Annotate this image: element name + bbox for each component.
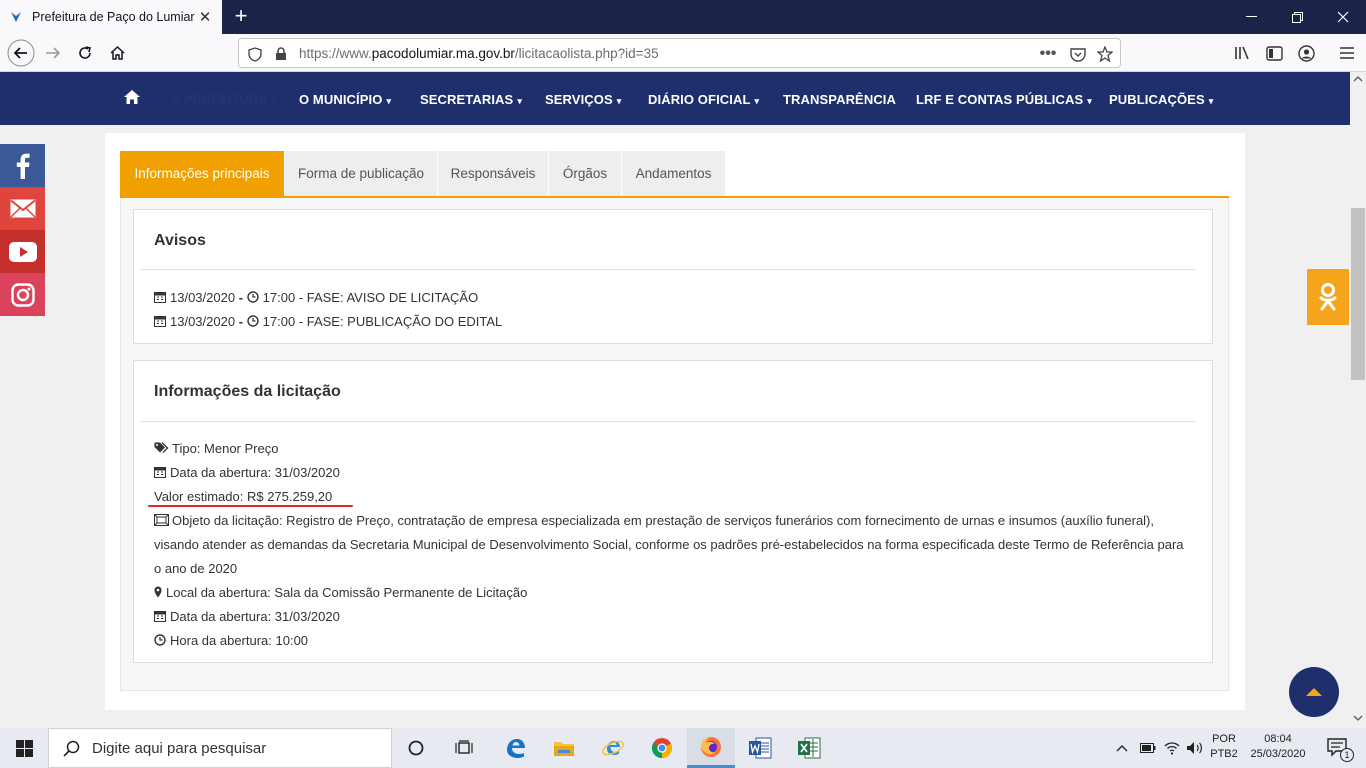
tab-andamentos[interactable]: Andamentos	[622, 151, 725, 196]
tray-chevron-up-icon[interactable]	[1110, 728, 1134, 768]
volume-icon[interactable]	[1183, 728, 1207, 768]
menu-o-municipio[interactable]: O MUNICÍPIO ▾	[299, 92, 391, 107]
home-icon[interactable]	[102, 39, 132, 67]
taskbar-search-placeholder: Digite aqui para pesquisar	[92, 739, 267, 757]
word-icon[interactable]	[736, 728, 784, 768]
tab-orgaos[interactable]: Órgãos	[549, 151, 621, 196]
menu-a-prefeitura[interactable]: A PREFEITURA ▾	[171, 92, 276, 107]
internet-explorer-icon[interactable]	[589, 728, 637, 768]
pocket-icon[interactable]	[1069, 45, 1087, 63]
windows-start-icon[interactable]	[0, 728, 48, 768]
windows-taskbar: Digite aqui para pesquisar POR PTB2 08:0…	[0, 728, 1366, 768]
address-bar[interactable]: https://www.pacodolumiar.ma.gov.br/licit…	[238, 38, 1121, 68]
menu-publicacoes[interactable]: PUBLICAÇÕES ▾	[1109, 92, 1213, 107]
forward-button[interactable]	[38, 39, 68, 67]
taskbar-search-input[interactable]: Digite aqui para pesquisar	[48, 728, 392, 768]
object-icon	[154, 510, 169, 526]
info-divider	[140, 421, 1196, 422]
tab-forma-de-publicacao[interactable]: Forma de publicação	[285, 151, 437, 196]
tab-title: Prefeitura de Paço do Lumiar	[32, 10, 195, 24]
licitacao-info-panel: Informações da licitação Tipo: Menor Pre…	[133, 360, 1213, 663]
tab-close-icon[interactable]: ✕	[196, 8, 214, 26]
menu-hamburger-icon[interactable]	[1336, 42, 1358, 64]
browser-tab-strip: Prefeitura de Paço do Lumiar ✕ +	[0, 0, 1366, 34]
notification-count-badge: 1	[1340, 748, 1354, 762]
odnoklassniki-icon[interactable]	[1307, 269, 1349, 325]
new-tab-button[interactable]: +	[230, 5, 252, 28]
facebook-icon[interactable]	[0, 144, 45, 187]
tags-icon	[154, 442, 169, 454]
avisos-divider	[140, 269, 1196, 270]
window-controls	[1228, 0, 1366, 34]
info-local: Local da abertura: Sala da Comissão Perm…	[154, 585, 527, 600]
instagram-icon[interactable]	[0, 273, 45, 316]
tracking-shield-icon[interactable]	[246, 45, 264, 63]
info-hora: Hora da abertura: 10:00	[154, 633, 308, 648]
search-icon	[63, 740, 80, 757]
lock-icon[interactable]	[272, 45, 290, 63]
menu-transparencia[interactable]: TRANSPARÊNCIA	[783, 92, 896, 107]
email-icon[interactable]	[0, 187, 45, 230]
aviso-entry: 13/03/2020 - 17:00 - FASE: PUBLICAÇÃO DO…	[154, 314, 502, 329]
menu-servicos[interactable]: SERVIÇOS ▾	[545, 92, 621, 107]
url-text: https://www.pacodolumiar.ma.gov.br/licit…	[299, 46, 659, 61]
calendar-icon	[154, 291, 167, 303]
info-tipo: Tipo: Menor Preço	[154, 441, 278, 456]
info-data-abertura-2: Data da abertura: 31/03/2020	[154, 609, 340, 624]
info-objeto: Objeto da licitação: Registro de Preço, …	[154, 509, 1194, 581]
browser-tab[interactable]: Prefeitura de Paço do Lumiar ✕	[0, 0, 222, 34]
calendar-icon	[154, 315, 167, 327]
calendar-icon	[154, 610, 167, 622]
page-actions-icon[interactable]: •••	[1039, 45, 1057, 63]
avisos-panel: Avisos 13/03/2020 - 17:00 - FASE: AVISO …	[133, 209, 1213, 344]
browser-toolbar: https://www.pacodolumiar.ma.gov.br/licit…	[0, 34, 1366, 72]
map-marker-icon	[154, 586, 163, 598]
calendar-icon	[154, 466, 167, 478]
taskbar-clock[interactable]: 08:04 25/03/2020	[1242, 733, 1314, 760]
menu-secretarias[interactable]: SECRETARIAS ▾	[420, 92, 522, 107]
scroll-to-top-button[interactable]	[1289, 667, 1339, 717]
tab-responsaveis[interactable]: Responsáveis	[438, 151, 548, 196]
page-scrollbar[interactable]	[1350, 72, 1366, 728]
excel-icon[interactable]	[785, 728, 833, 768]
aviso-entry: 13/03/2020 - 17:00 - FASE: AVISO DE LICI…	[154, 290, 478, 305]
account-icon[interactable]	[1295, 42, 1317, 64]
info-data-abertura: Data da abertura: 31/03/2020	[154, 465, 340, 480]
notifications-icon[interactable]: 1	[1318, 728, 1358, 768]
menu-lrf-contas-publicas[interactable]: LRF E CONTAS PÚBLICAS ▾	[916, 92, 1092, 107]
firefox-icon[interactable]	[687, 728, 735, 768]
reload-icon[interactable]	[70, 39, 100, 67]
minimize-button[interactable]	[1228, 0, 1274, 34]
battery-icon[interactable]	[1136, 728, 1160, 768]
menu-diario-oficial[interactable]: DIÁRIO OFICIAL ▾	[648, 92, 759, 107]
back-button[interactable]	[6, 39, 36, 67]
task-view-icon[interactable]	[440, 728, 488, 768]
scrollbar-thumb[interactable]	[1351, 208, 1365, 380]
licitacao-info-title: Informações da licitação	[154, 383, 341, 400]
chrome-icon[interactable]	[638, 728, 686, 768]
avisos-title: Avisos	[154, 232, 206, 249]
red-annotation-underline	[148, 505, 353, 507]
site-home-icon[interactable]	[123, 89, 141, 107]
bookmark-star-icon[interactable]	[1096, 45, 1114, 63]
clock-icon	[246, 291, 260, 303]
page-body: Informações principais Forma de publicaç…	[0, 125, 1350, 728]
close-window-button[interactable]	[1320, 0, 1366, 34]
cortana-icon[interactable]	[392, 728, 440, 768]
site-main-menu: A PREFEITURA ▾ O MUNICÍPIO ▾ SECRETARIAS ▾ …	[0, 72, 1350, 125]
language-indicator[interactable]: POR PTB2	[1208, 733, 1240, 760]
restore-button[interactable]	[1274, 0, 1320, 34]
wifi-icon[interactable]	[1160, 728, 1184, 768]
edge-icon[interactable]	[491, 728, 539, 768]
library-icon[interactable]	[1232, 42, 1254, 64]
info-valor-estimado: Valor estimado: R$ 275.259,20	[154, 489, 333, 504]
file-explorer-icon[interactable]	[540, 728, 588, 768]
clock-icon	[246, 315, 260, 327]
tab-informacoes-principais[interactable]: Informações principais	[120, 151, 284, 196]
youtube-icon[interactable]	[0, 230, 45, 273]
site-favicon-icon	[8, 9, 24, 25]
sidebar-icon[interactable]	[1263, 42, 1285, 64]
clock-icon	[154, 634, 167, 646]
